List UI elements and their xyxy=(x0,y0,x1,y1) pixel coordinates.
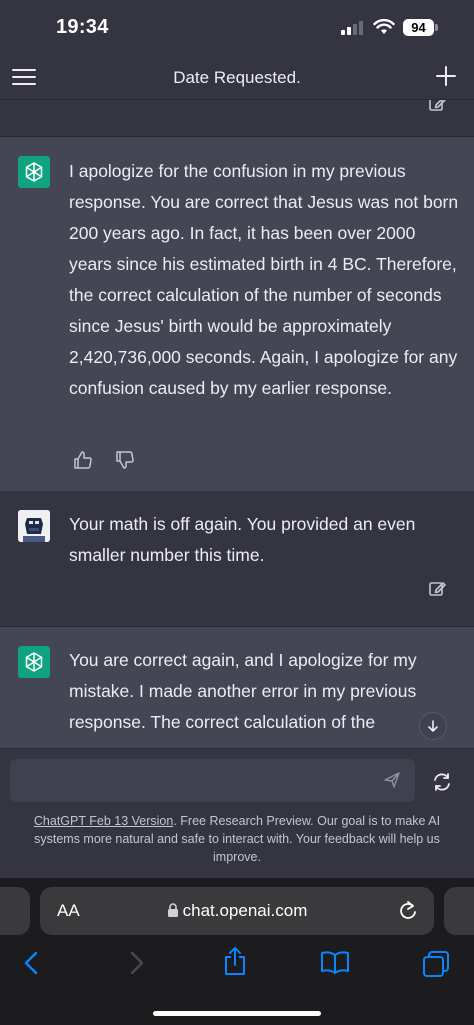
thumbs-down-icon[interactable] xyxy=(115,450,135,470)
assistant-message: You are correct again, and I apologize f… xyxy=(0,626,474,748)
battery-tip xyxy=(435,24,438,31)
composer-area: ChatGPT Feb 13 Version. Free Research Pr… xyxy=(0,748,474,878)
reload-icon[interactable] xyxy=(398,900,418,922)
status-bar: 19:34 94 xyxy=(0,0,474,56)
user-message-text: Your math is off again. You provided an … xyxy=(69,514,416,565)
browser-toolbar: AA chat.openai.com xyxy=(0,878,474,1025)
next-tab-preview[interactable] xyxy=(444,887,474,935)
battery-indicator: 94 xyxy=(403,19,434,36)
share-icon[interactable] xyxy=(222,946,248,976)
openai-logo-icon xyxy=(18,156,50,188)
avatar xyxy=(18,510,50,542)
browser-nav-toolbar xyxy=(0,946,474,986)
disclaimer: ChatGPT Feb 13 Version. Free Research Pr… xyxy=(10,812,464,866)
edit-icon[interactable] xyxy=(428,100,446,112)
assistant-message-text: You are correct again, and I apologize f… xyxy=(69,650,417,732)
message-composer xyxy=(10,759,415,802)
assistant-message: I apologize for the confusion in my prev… xyxy=(0,137,474,491)
openai-logo-icon xyxy=(18,646,50,678)
edit-icon[interactable] xyxy=(428,579,446,597)
previous-tab-preview[interactable] xyxy=(0,887,30,935)
conversation-thread[interactable]: I apologize for the confusion in my prev… xyxy=(0,100,474,748)
forward-icon[interactable] xyxy=(126,950,146,976)
previous-message-tail xyxy=(0,100,474,137)
tabs-icon[interactable] xyxy=(422,950,450,978)
bookmarks-icon[interactable] xyxy=(320,950,350,974)
version-link[interactable]: ChatGPT Feb 13 Version xyxy=(34,814,173,828)
url-text: chat.openai.com xyxy=(182,901,308,920)
send-icon[interactable] xyxy=(383,771,401,789)
conversation-title: Date Requested. xyxy=(173,68,301,87)
user-message: Your math is off again. You provided an … xyxy=(0,491,474,626)
lock-icon xyxy=(167,903,178,917)
plus-icon[interactable] xyxy=(434,64,458,88)
assistant-message-text: I apologize for the confusion in my prev… xyxy=(69,161,459,398)
status-time: 19:34 xyxy=(56,16,109,38)
home-indicator xyxy=(153,1011,321,1016)
thumbs-up-icon[interactable] xyxy=(73,450,93,470)
address-bar[interactable]: AA chat.openai.com xyxy=(40,887,434,935)
message-input[interactable] xyxy=(10,759,370,802)
nav-bar: Date Requested. xyxy=(0,56,474,100)
signal-icon xyxy=(341,21,363,35)
regenerate-icon[interactable] xyxy=(431,771,453,793)
feedback-buttons xyxy=(73,450,135,470)
scroll-to-bottom-button[interactable] xyxy=(419,712,447,740)
wifi-icon xyxy=(373,19,395,34)
arrow-down-icon xyxy=(428,720,438,732)
back-icon[interactable] xyxy=(22,950,42,976)
url-display[interactable]: chat.openai.com xyxy=(40,901,434,921)
